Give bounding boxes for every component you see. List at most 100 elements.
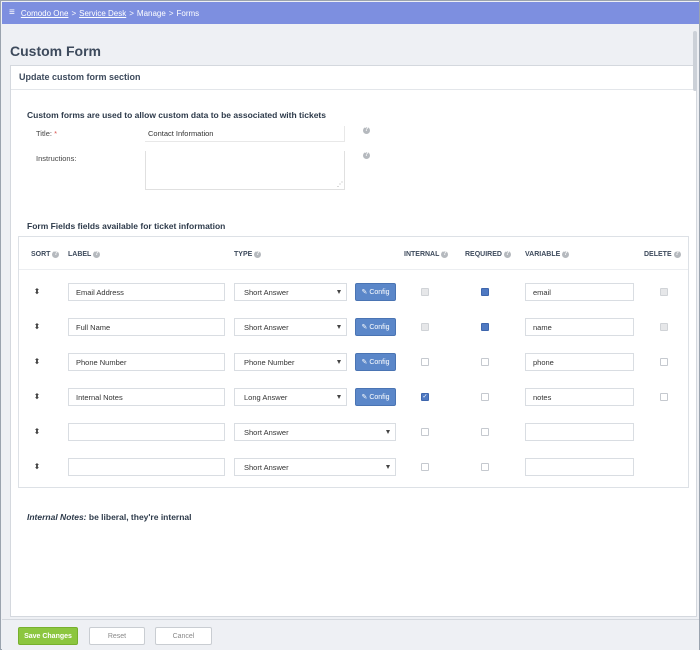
title-label-text: Title:: [36, 129, 52, 138]
form-card: Update custom form section Custom forms …: [10, 65, 697, 617]
chevron-down-icon: [337, 360, 341, 364]
edit-icon: ✎: [361, 359, 368, 366]
column-header-required: REQUIRED?: [465, 251, 511, 258]
internal-checkbox[interactable]: [421, 358, 429, 366]
sort-handle-icon[interactable]: ⬍: [33, 393, 41, 401]
required-checkbox[interactable]: [481, 358, 489, 366]
internal-checkbox[interactable]: ✓: [421, 393, 429, 401]
delete-checkbox: [660, 323, 668, 331]
note-prefix: Internal Notes:: [27, 512, 87, 522]
cancel-button[interactable]: Cancel: [155, 627, 212, 645]
chevron-down-icon: [337, 325, 341, 329]
edit-icon: ✎: [361, 324, 368, 331]
field-type-value: Short Answer: [244, 463, 289, 472]
help-icon[interactable]: ?: [562, 251, 570, 258]
sort-handle-icon[interactable]: ⬍: [33, 358, 41, 366]
column-header-label-text: LABEL: [68, 251, 92, 258]
column-header-delete: DELETE?: [644, 251, 681, 258]
help-icon[interactable]: ?: [673, 251, 681, 258]
config-button[interactable]: ✎ Config: [355, 388, 396, 406]
instructions-label: Instructions:: [36, 154, 77, 163]
config-button[interactable]: ✎ Config: [355, 283, 396, 301]
sort-handle-icon[interactable]: ⬍: [33, 428, 41, 436]
column-header-internal-label: INTERNAL: [404, 251, 440, 258]
title-label: Title: *: [36, 129, 57, 138]
help-icon[interactable]: ?: [363, 152, 370, 159]
breadcrumb-forms: Forms: [176, 8, 200, 18]
help-icon[interactable]: ?: [441, 251, 449, 258]
variable-input[interactable]: phone: [525, 353, 634, 371]
variable-input[interactable]: [525, 458, 634, 476]
sort-handle-icon[interactable]: ⬍: [33, 288, 41, 296]
internal-checkbox: [421, 288, 429, 296]
config-button[interactable]: ✎ Config: [355, 353, 396, 371]
column-header-variable: VARIABLE?: [525, 251, 570, 258]
variable-input[interactable]: [525, 423, 634, 441]
help-icon[interactable]: ?: [93, 251, 101, 258]
field-label-input[interactable]: Full Name: [68, 318, 225, 336]
column-header-variable-label: VARIABLE: [525, 251, 561, 258]
delete-checkbox[interactable]: [660, 358, 668, 366]
resize-handle-icon[interactable]: ⋰: [337, 182, 343, 188]
column-header-sort: SORT?: [31, 251, 60, 258]
column-header-label: LABEL?: [68, 251, 101, 258]
instructions-textarea[interactable]: ⋰: [145, 151, 345, 190]
breadcrumb-manage: Manage: [136, 8, 166, 18]
field-type-select[interactable]: Short Answer: [234, 458, 396, 476]
variable-input[interactable]: name: [525, 318, 634, 336]
field-type-select[interactable]: Short Answer: [234, 318, 347, 336]
fields-table: SORT? LABEL? TYPE? INTERNAL? REQUIRED? V…: [18, 236, 689, 488]
required-checkbox[interactable]: [481, 288, 489, 296]
delete-checkbox[interactable]: [660, 393, 668, 401]
config-button[interactable]: ✎ Config: [355, 318, 396, 336]
field-type-select[interactable]: Short Answer: [234, 423, 396, 441]
header-divider: [19, 269, 688, 270]
required-checkbox[interactable]: [481, 393, 489, 401]
help-icon[interactable]: ?: [254, 251, 262, 258]
field-type-select[interactable]: Short Answer: [234, 283, 347, 301]
scrollbar[interactable]: [693, 31, 697, 91]
breadcrumb-service-desk[interactable]: Service Desk: [79, 9, 126, 18]
field-label-input[interactable]: Phone Number: [68, 353, 225, 371]
delete-checkbox: [660, 288, 668, 296]
column-header-sort-label: SORT: [31, 251, 51, 258]
help-icon[interactable]: ?: [52, 251, 60, 258]
field-label-input[interactable]: [68, 423, 225, 441]
field-type-select[interactable]: Phone Number: [234, 353, 347, 371]
field-type-select[interactable]: Long Answer: [234, 388, 347, 406]
save-changes-button[interactable]: Save Changes: [18, 627, 78, 645]
internal-notes-text: Internal Notes: be liberal, they're inte…: [27, 512, 192, 522]
config-button-label: Config: [369, 323, 390, 331]
field-label-input[interactable]: Email Address: [68, 283, 225, 301]
help-icon[interactable]: ?: [503, 251, 511, 258]
chevron-down-icon: [337, 290, 341, 294]
config-button-label: Config: [369, 288, 390, 296]
column-header-internal: INTERNAL?: [404, 251, 449, 258]
chevron-down-icon: [337, 395, 341, 399]
breadcrumb-comodo-one[interactable]: Comodo One: [21, 9, 69, 18]
sort-handle-icon[interactable]: ⬍: [33, 463, 41, 471]
internal-checkbox[interactable]: [421, 463, 429, 471]
required-checkbox[interactable]: [481, 463, 489, 471]
breadcrumb-separator: >: [71, 8, 77, 18]
required-checkbox[interactable]: [481, 428, 489, 436]
field-label-input[interactable]: [68, 458, 225, 476]
field-type-value: Short Answer: [244, 288, 289, 297]
variable-input[interactable]: notes: [525, 388, 634, 406]
variable-input[interactable]: email: [525, 283, 634, 301]
required-checkbox[interactable]: [481, 323, 489, 331]
title-input[interactable]: Contact Information: [145, 126, 345, 142]
footer-bar: Save Changes Reset Cancel: [2, 619, 699, 650]
internal-checkbox[interactable]: [421, 428, 429, 436]
help-icon[interactable]: ?: [363, 127, 370, 134]
field-type-value: Short Answer: [244, 323, 289, 332]
internal-checkbox: [421, 323, 429, 331]
reset-button[interactable]: Reset: [89, 627, 145, 645]
sort-handle-icon[interactable]: ⬍: [33, 323, 41, 331]
form-intro: Custom forms are used to allow custom da…: [27, 110, 326, 120]
breadcrumb-separator: >: [168, 8, 174, 18]
column-header-required-label: REQUIRED: [465, 251, 502, 258]
edit-icon: ✎: [361, 394, 368, 401]
field-label-input[interactable]: Internal Notes: [68, 388, 225, 406]
hamburger-icon[interactable]: ≡: [9, 8, 15, 18]
